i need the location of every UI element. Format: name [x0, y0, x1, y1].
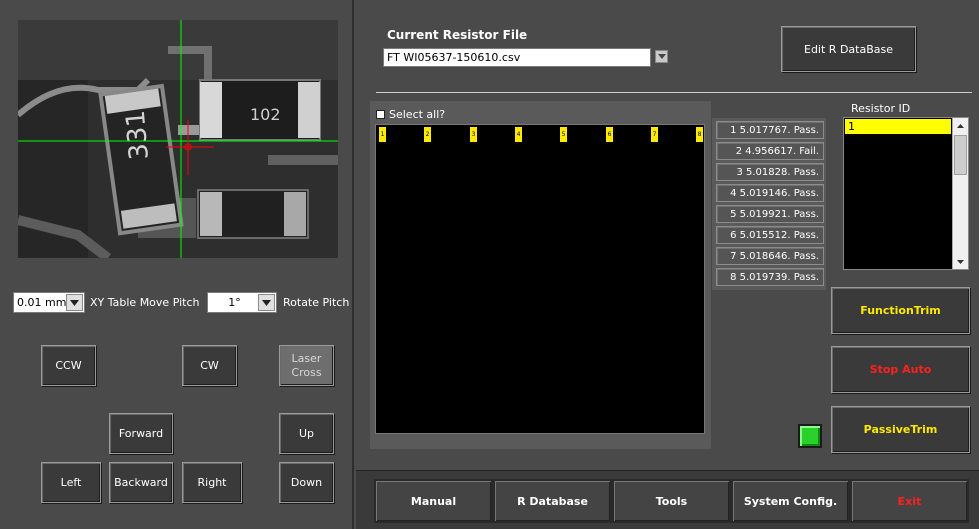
camera-image: 331 102 — [18, 20, 338, 258]
list-item[interactable]: 1 — [845, 119, 951, 134]
status-indicator-led — [798, 424, 822, 448]
resistor-pin[interactable]: 8 — [696, 127, 703, 142]
scroll-thumb[interactable] — [954, 135, 967, 175]
resistor-pin[interactable]: 5 — [560, 127, 567, 142]
results-list: 1 5.017767. Pass. 2 4.956617. Fail. 3 5.… — [712, 118, 826, 290]
resistor-id-label: Resistor ID — [851, 102, 911, 115]
scroll-down-icon[interactable] — [953, 254, 968, 269]
resistor-file-title: Current Resistor File — [387, 28, 528, 42]
chevron-down-icon[interactable] — [66, 294, 83, 311]
nav-exit-button[interactable]: Exit — [850, 479, 969, 523]
trim-panel: Current Resistor File FT WI05637-150610.… — [356, 0, 979, 529]
select-all-label: Select all? — [389, 108, 446, 121]
scrollbar[interactable] — [952, 118, 968, 269]
rotate-pitch-label: Rotate Pitch — [283, 296, 350, 309]
cw-button[interactable]: CW — [182, 345, 237, 386]
nav-manual-button[interactable]: Manual — [374, 479, 493, 523]
result-row: 7 5.018646. Pass. — [716, 247, 824, 265]
chevron-down-icon — [657, 54, 666, 59]
backward-button[interactable]: Backward — [109, 462, 173, 503]
nav-r-database-button[interactable]: R Database — [493, 479, 612, 523]
passive-trim-button[interactable]: PassiveTrim — [831, 406, 970, 453]
up-button[interactable]: Up — [279, 413, 334, 454]
chip-label-102: 102 — [250, 105, 281, 124]
resistor-file-value: FT WI05637-150610.csv — [387, 51, 521, 64]
rotate-pitch-select[interactable]: 1° — [207, 292, 277, 313]
resistor-pin[interactable]: 3 — [470, 127, 477, 142]
resistor-pin[interactable]: 6 — [606, 127, 613, 142]
result-row: 4 5.019146. Pass. — [716, 184, 824, 202]
resistor-grid[interactable]: 1 2 3 4 5 6 7 8 — [375, 124, 705, 434]
select-all-control[interactable]: Select all? — [376, 108, 445, 121]
resistor-pin[interactable]: 4 — [515, 127, 522, 142]
laser-cross-line1: Laser — [291, 351, 322, 365]
down-button[interactable]: Down — [279, 462, 334, 503]
xy-pitch-value: 0.01 mm — [17, 296, 67, 309]
stop-auto-button[interactable]: Stop Auto — [831, 346, 970, 393]
nav-system-config-button[interactable]: System Config. — [731, 479, 850, 523]
xy-pitch-label: XY Table Move Pitch — [90, 296, 200, 309]
chevron-down-icon[interactable] — [258, 294, 275, 311]
edit-r-database-button[interactable]: Edit R DataBase — [781, 26, 916, 72]
result-row: 1 5.017767. Pass. — [716, 121, 824, 139]
result-row: 6 5.015512. Pass. — [716, 226, 824, 244]
forward-button[interactable]: Forward — [109, 413, 173, 454]
ccw-button[interactable]: CCW — [41, 345, 96, 386]
camera-view[interactable]: 331 102 — [18, 20, 338, 258]
laser-cross-button[interactable]: Laser Cross — [279, 345, 334, 386]
xy-pitch-select[interactable]: 0.01 mm — [13, 292, 85, 313]
left-button[interactable]: Left — [41, 462, 101, 503]
result-row: 5 5.019921. Pass. — [716, 205, 824, 223]
resistor-id-list[interactable]: 1 — [843, 117, 969, 270]
rotate-pitch-value: 1° — [228, 296, 241, 309]
divider — [376, 92, 972, 93]
result-row: 8 5.019739. Pass. — [716, 268, 824, 286]
chip-label-331: 331 — [121, 109, 155, 161]
camera-panel: 331 102 0.01 mm XY Table Move Pitch 1° R… — [0, 0, 354, 529]
scroll-up-icon[interactable] — [953, 118, 968, 133]
right-button[interactable]: Right — [182, 462, 242, 503]
resistor-grid-panel: Select all? 1 2 3 4 5 6 7 8 — [370, 101, 711, 449]
resistor-file-input[interactable]: FT WI05637-150610.csv — [383, 48, 651, 67]
laser-cross-line2: Cross — [291, 365, 322, 379]
result-row: 3 5.01828. Pass. — [716, 163, 824, 181]
resistor-pin[interactable]: 7 — [651, 127, 658, 142]
bottom-navbar: Manual R Database Tools System Config. E… — [356, 470, 979, 529]
function-trim-button[interactable]: FunctionTrim — [831, 287, 970, 334]
nav-tools-button[interactable]: Tools — [612, 479, 731, 523]
file-dropdown-button[interactable] — [655, 50, 668, 63]
resistor-pin[interactable]: 1 — [379, 127, 386, 142]
resistor-pin[interactable]: 2 — [424, 127, 431, 142]
result-row: 2 4.956617. Fail. — [716, 142, 824, 160]
select-all-checkbox[interactable] — [376, 110, 385, 119]
